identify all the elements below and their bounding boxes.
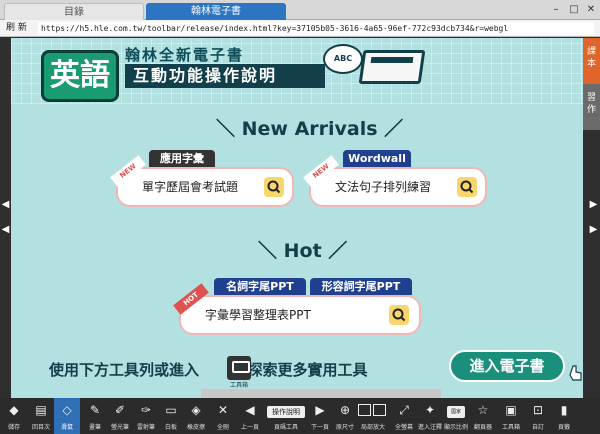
pointer-hand-icon	[569, 365, 582, 381]
tag-noun-suffix-ppt: 名詞字尾PPT	[214, 278, 306, 295]
side-tab-workbook[interactable]: 習作	[583, 84, 600, 130]
pen-button[interactable]: ✎ 畫筆	[84, 398, 106, 434]
card-title: 單字歷屆會考試題	[142, 180, 239, 194]
card-title: 字彙學習整理表PPT	[205, 308, 311, 322]
eraser-icon: ◈	[191, 403, 201, 417]
tag-applied-vocabulary: 應用字彙	[149, 150, 215, 167]
tab-ebook[interactable]: 翰林電子書	[146, 3, 286, 20]
card-grammar-ordering[interactable]: 文法句子排列練習	[309, 167, 487, 207]
laser-button[interactable]: ✑ 雷射筆	[134, 398, 158, 434]
eraser-button[interactable]: ◈ 橡皮擦	[184, 398, 208, 434]
highlighter-button[interactable]: ✐ 螢光筆	[108, 398, 132, 434]
prev-page-icon: ◀	[245, 403, 255, 417]
partial-zoom-button[interactable]: 局部放大	[358, 398, 388, 434]
next-page-arrow-icon[interactable]: ▶	[588, 222, 599, 238]
bottom-toolbar: ◆ 儲存 ▤ 回目次 ◇ 滑鼠 ✎ 畫筆 ✐ 螢光筆 ✑ 雷射筆 ▭ 白板 ◈ 橡皮擦 ✕ 全刪 …	[0, 398, 600, 434]
highlighter-icon: ✐	[114, 403, 126, 417]
trash-icon: ✕	[217, 403, 229, 417]
toolbox-label: 工具箱	[229, 382, 248, 389]
next-page-button[interactable]: ▶ 下一頁	[308, 398, 332, 434]
address-bar: 刷 新 https://h5.hle.com.tw/toolbar/releas…	[0, 20, 600, 37]
enter-ebook-button[interactable]: 進入電子書	[449, 350, 565, 382]
section-heading-hot: ＼ Hot ／	[258, 240, 348, 262]
page-flipper-icon: ☆	[477, 403, 489, 417]
custom-button[interactable]: ⊡ 自訂	[526, 398, 550, 434]
toolbox-icon	[227, 356, 251, 380]
search-icon[interactable]	[389, 305, 409, 325]
scale-box: 國家	[447, 406, 465, 418]
next-page-arrow-icon[interactable]: ▶	[588, 197, 599, 213]
zoom-icon: ⊕	[339, 403, 351, 417]
bookmark-button[interactable]: ▮ 頁籤	[552, 398, 576, 434]
fullscreen-icon: ⤢	[399, 403, 409, 417]
hint-after: 探索更多實用工具	[247, 361, 368, 379]
bookmark-icon: ▮	[560, 403, 568, 417]
subject-badge: 英語	[41, 50, 119, 102]
custom-icon: ⊡	[532, 403, 544, 417]
clear-all-button[interactable]: ✕ 全刪	[212, 398, 234, 434]
maximize-icon[interactable]: □	[566, 3, 582, 17]
double-page-icon	[373, 404, 386, 416]
save-button[interactable]: ◆ 儲存	[2, 398, 26, 434]
card-vocabulary-ppt[interactable]: 字彙學習整理表PPT	[179, 295, 421, 335]
brand-name: 翰林全新電子書	[125, 46, 245, 64]
side-tab-textbook[interactable]: 課本	[583, 38, 600, 84]
annotation-button[interactable]: ✦ 進入注釋	[418, 398, 442, 434]
prev-page-arrow-icon[interactable]: ◀	[0, 222, 11, 238]
whiteboard-button[interactable]: ▭ 白板	[160, 398, 182, 434]
tag-wordwall: Wordwall	[343, 150, 411, 167]
search-icon[interactable]	[457, 177, 477, 197]
scroll-strip	[201, 389, 441, 398]
card-title: 文法句子排列練習	[335, 180, 432, 194]
single-page-icon	[358, 404, 371, 416]
whiteboard-icon: ▭	[165, 403, 177, 417]
operation-guide-box[interactable]: 操作說明	[267, 406, 305, 418]
refresh-button[interactable]: 刷 新	[6, 22, 27, 35]
laptop-illustration	[358, 50, 426, 84]
abc-speech-bubble: ABC	[323, 44, 363, 74]
tag-adjective-suffix-ppt: 形容詞字尾PPT	[310, 278, 412, 295]
minimize-icon[interactable]: –	[548, 3, 564, 17]
section-heading-new-arrivals: ＼ New Arrivals ／	[216, 118, 404, 140]
hint-before: 使用下方工具列或進入	[49, 361, 200, 379]
save-icon: ◆	[9, 403, 19, 417]
toc-icon: ▤	[35, 403, 47, 417]
original-size-button[interactable]: ⊕ 原尺寸	[334, 398, 356, 434]
page-title: 互動功能操作說明	[125, 64, 325, 88]
browser-tab-bar: 目錄 翰林電子書 – □ ✕	[0, 0, 600, 20]
page-flipper-button[interactable]: ☆ 翻頁器	[470, 398, 496, 434]
tab-table-of-contents[interactable]: 目錄	[4, 3, 144, 20]
close-icon[interactable]: ✕	[583, 3, 599, 17]
prev-page-arrow-icon[interactable]: ◀	[0, 197, 11, 213]
toolbar-hint: 使用下方工具列或進入 探索更多實用工具	[49, 359, 368, 380]
next-page-icon: ▶	[315, 403, 325, 417]
page-tool-button[interactable]: 操作說明 頁碼工具	[266, 398, 306, 434]
pointer-icon: ◇	[62, 403, 72, 417]
annotation-icon: ✦	[424, 403, 436, 417]
scale-button[interactable]: 國家 顯示比例	[444, 398, 468, 434]
toolbox-icon: ▣	[505, 403, 517, 417]
toolbox-button[interactable]: ▣ 工具箱	[498, 398, 524, 434]
url-field[interactable]: https://h5.hle.com.tw/toolbar/release/in…	[38, 22, 594, 35]
prev-page-button[interactable]: ◀ 上一頁	[238, 398, 262, 434]
search-icon[interactable]	[264, 177, 284, 197]
fullscreen-button[interactable]: ⤢ 全螢幕	[392, 398, 416, 434]
pointer-button[interactable]: ◇ 滑鼠	[54, 398, 80, 434]
laser-icon: ✑	[140, 403, 152, 417]
card-vocabulary-exam[interactable]: 單字歷屆會考試題	[116, 167, 294, 207]
ebook-page: 英語 翰林全新電子書 互動功能操作說明 ABC ＼ New Arrivals ／…	[11, 38, 583, 398]
pen-icon: ✎	[89, 403, 101, 417]
